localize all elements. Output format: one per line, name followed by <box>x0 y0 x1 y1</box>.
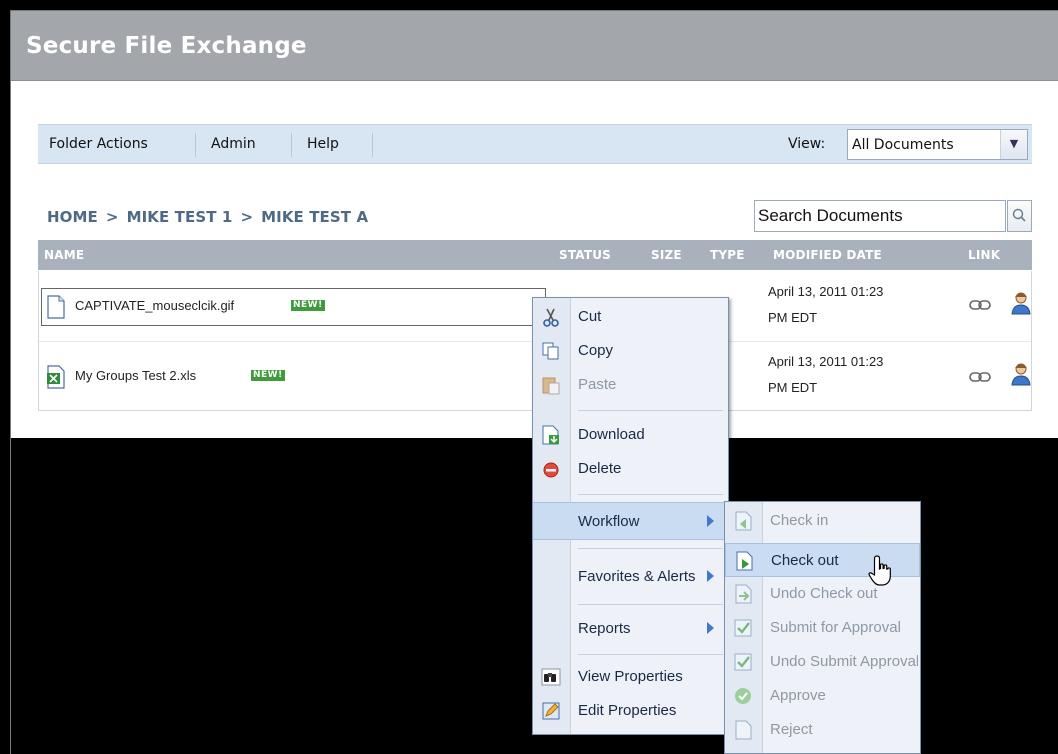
menu-item-cut[interactable]: Cut <box>533 300 728 334</box>
submenu-arrow-icon <box>707 622 714 634</box>
submenu-arrow-icon <box>707 515 714 527</box>
menu-separator <box>578 410 723 411</box>
binoculars-icon <box>541 668 561 686</box>
submenu-item-label: Submit for Approval <box>770 619 901 636</box>
menu-item-copy[interactable]: Copy <box>533 334 728 368</box>
submenu-item-label: Check in <box>770 512 829 529</box>
col-status[interactable]: STATUS <box>559 248 611 262</box>
submenu-item-label: Undo Submit Approval <box>770 653 918 670</box>
reject-icon <box>735 720 752 740</box>
modified-date-line2: PM EDT <box>768 310 818 325</box>
submenu-item-reject[interactable]: Reject <box>725 713 920 747</box>
menu-item-delete[interactable]: Delete <box>533 452 728 486</box>
delete-icon <box>543 462 559 478</box>
search-button[interactable] <box>1007 200 1032 232</box>
search-input[interactable]: Search Documents <box>754 200 1006 232</box>
submenu-item-label: Reject <box>770 721 813 738</box>
user-icon[interactable] <box>1011 362 1031 386</box>
link-icon[interactable] <box>969 371 991 383</box>
edit-icon <box>542 702 560 720</box>
submenu-item-label: Approve <box>770 687 826 704</box>
menu-separator <box>578 548 723 549</box>
submenu-item-approve[interactable]: Approve <box>725 679 920 713</box>
chevron-down-icon[interactable]: ▼ <box>1000 130 1027 159</box>
menu-separator <box>578 654 723 655</box>
view-select-value: All Documents <box>852 137 954 153</box>
check-in-icon <box>735 511 752 531</box>
submenu-item-check-in[interactable]: Check in <box>725 504 920 538</box>
undo-check-out-icon <box>735 584 752 604</box>
context-menu: Cut Copy Paste Download Delete Workflow <box>532 297 729 735</box>
menu-item-paste[interactable]: Paste <box>533 368 728 402</box>
folder-actions-menu[interactable]: Folder Actions <box>49 136 148 152</box>
submenu-item-undo-submit-approval[interactable]: Undo Submit Approval <box>725 645 920 679</box>
menu-item-label: Workflow <box>578 513 640 530</box>
breadcrumb-mike-test-a[interactable]: MIKE TEST A <box>261 208 368 226</box>
menu-separator <box>578 604 723 605</box>
toolbar-divider <box>291 133 292 157</box>
admin-menu[interactable]: Admin <box>211 136 256 152</box>
toolbar: Folder Actions Admin Help View: All Docu… <box>38 124 1032 164</box>
paste-icon <box>542 377 560 395</box>
menu-item-favorites-alerts[interactable]: Favorites & Alerts <box>533 560 728 594</box>
breadcrumb-separator: > <box>105 208 119 226</box>
menu-separator <box>578 494 723 495</box>
menu-item-view-properties[interactable]: View Properties <box>533 660 728 694</box>
submenu-item-submit-for-approval[interactable]: Submit for Approval <box>725 611 920 645</box>
modified-date: April 13, 2011 01:23 PM EDT <box>768 349 883 401</box>
col-size[interactable]: SIZE <box>651 248 682 262</box>
menu-item-label: Download <box>578 426 645 443</box>
excel-icon <box>47 365 65 389</box>
modified-date-line1: April 13, 2011 01:23 <box>768 284 884 299</box>
breadcrumb: HOME > MIKE TEST 1 > MIKE TEST A <box>47 208 368 226</box>
col-modified-date[interactable]: MODIFIED DATE <box>773 248 882 262</box>
selected-row-outline <box>41 288 546 326</box>
cut-icon <box>543 308 559 327</box>
help-menu[interactable]: Help <box>307 136 339 152</box>
submit-approval-icon <box>734 619 752 637</box>
title-bar: Secure File Exchange <box>11 11 1058 81</box>
check-out-icon <box>736 551 753 571</box>
menu-item-label: Edit Properties <box>578 702 677 719</box>
menu-item-label: Copy <box>578 342 614 359</box>
table-header: NAME STATUS SIZE TYPE MODIFIED DATE LINK <box>38 240 1032 270</box>
menu-item-label: Reports <box>578 620 631 637</box>
user-icon[interactable] <box>1011 291 1031 315</box>
breadcrumb-mike-test-1[interactable]: MIKE TEST 1 <box>127 208 233 226</box>
search-icon <box>1012 208 1026 222</box>
download-icon <box>542 425 559 445</box>
menu-item-label: Delete <box>578 460 622 477</box>
file-name[interactable]: My Groups Test 2.xls <box>75 368 196 383</box>
modified-date: April 13, 2011 01:23 PM EDT <box>768 279 883 331</box>
col-link[interactable]: LINK <box>968 248 1000 262</box>
col-name[interactable]: NAME <box>44 248 84 262</box>
app-title: Secure File Exchange <box>26 33 307 59</box>
new-badge: NEW! <box>251 370 285 381</box>
menu-item-reports[interactable]: Reports <box>533 612 728 646</box>
submenu-arrow-icon <box>707 570 714 582</box>
menu-item-edit-properties[interactable]: Edit Properties <box>533 694 728 728</box>
undo-submit-approval-icon <box>734 653 752 671</box>
view-label: View: <box>788 136 826 152</box>
link-icon[interactable] <box>969 299 991 311</box>
copy-icon <box>542 342 559 360</box>
menu-item-download[interactable]: Download <box>533 418 728 452</box>
menu-item-label: Cut <box>578 308 602 325</box>
approve-icon <box>735 688 751 704</box>
breadcrumb-separator: > <box>240 208 254 226</box>
menu-item-label: Favorites & Alerts <box>578 568 696 585</box>
hand-cursor-icon <box>868 555 891 586</box>
toolbar-divider <box>372 133 373 157</box>
view-select[interactable]: All Documents ▼ <box>847 129 1028 160</box>
modified-date-line1: April 13, 2011 01:23 <box>768 354 884 369</box>
workflow-submenu: Check in Check out Undo Check out Submit… <box>724 501 921 754</box>
col-type[interactable]: TYPE <box>710 248 745 262</box>
breadcrumb-home[interactable]: HOME <box>47 208 98 226</box>
toolbar-divider <box>195 133 196 157</box>
search-input-text: Search Documents <box>758 206 903 225</box>
menu-item-label: Paste <box>578 376 617 393</box>
modified-date-line2: PM EDT <box>768 380 818 395</box>
menu-item-label: View Properties <box>578 668 683 685</box>
menu-item-workflow[interactable]: Workflow <box>533 502 728 540</box>
